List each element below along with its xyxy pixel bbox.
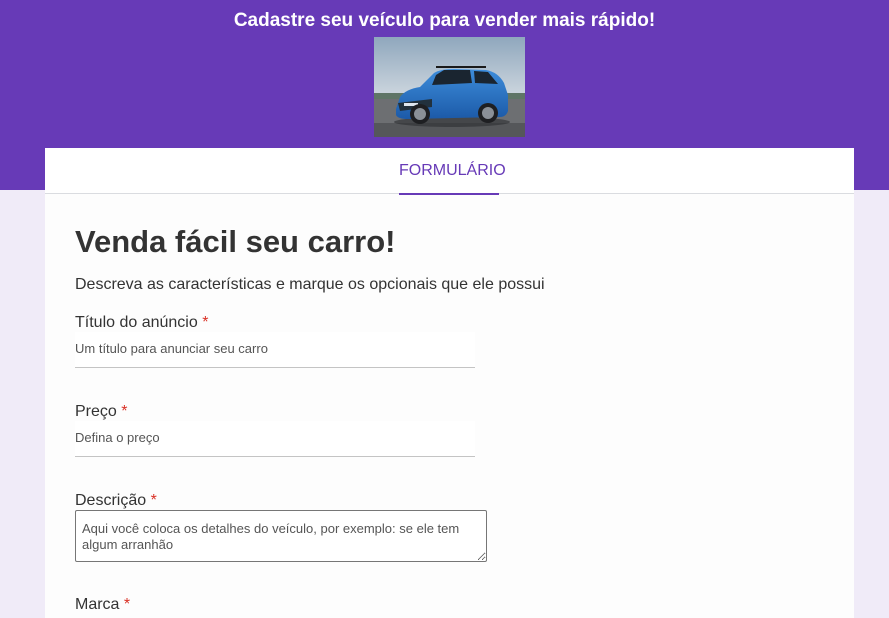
descricao-label-text: Descrição	[75, 492, 147, 509]
tab-formulario-label: FORMULÁRIO	[399, 162, 506, 179]
titulo-input[interactable]	[75, 332, 475, 368]
required-mark: *	[121, 403, 128, 420]
preco-label: Preço *	[75, 402, 127, 422]
tab-formulario[interactable]: FORMULÁRIO	[399, 148, 506, 195]
tab-bar: FORMULÁRIO	[45, 148, 854, 195]
descricao-label: Descrição *	[75, 491, 157, 511]
preco-input[interactable]	[75, 421, 475, 457]
titulo-label-text: Título do anúncio	[75, 314, 198, 331]
tab-active-indicator	[399, 193, 499, 195]
required-mark: *	[123, 596, 131, 613]
required-mark: *	[150, 492, 157, 509]
required-mark: *	[202, 314, 209, 331]
form-card: FORMULÁRIO Venda fácil seu carro! Descre…	[45, 148, 854, 618]
titulo-label: Título do anúncio *	[75, 313, 208, 333]
marca-label-text: Marca	[75, 596, 120, 613]
header-title: Cadastre seu veículo para vender mais rá…	[233, 10, 656, 31]
form-title: Venda fácil seu carro!	[75, 224, 396, 259]
descricao-textarea[interactable]	[75, 510, 487, 562]
marca-label: Marca *	[75, 595, 130, 615]
car-image	[374, 37, 525, 137]
preco-label-text: Preço	[75, 403, 117, 420]
form-description: Descreva as características e marque os …	[75, 276, 545, 293]
